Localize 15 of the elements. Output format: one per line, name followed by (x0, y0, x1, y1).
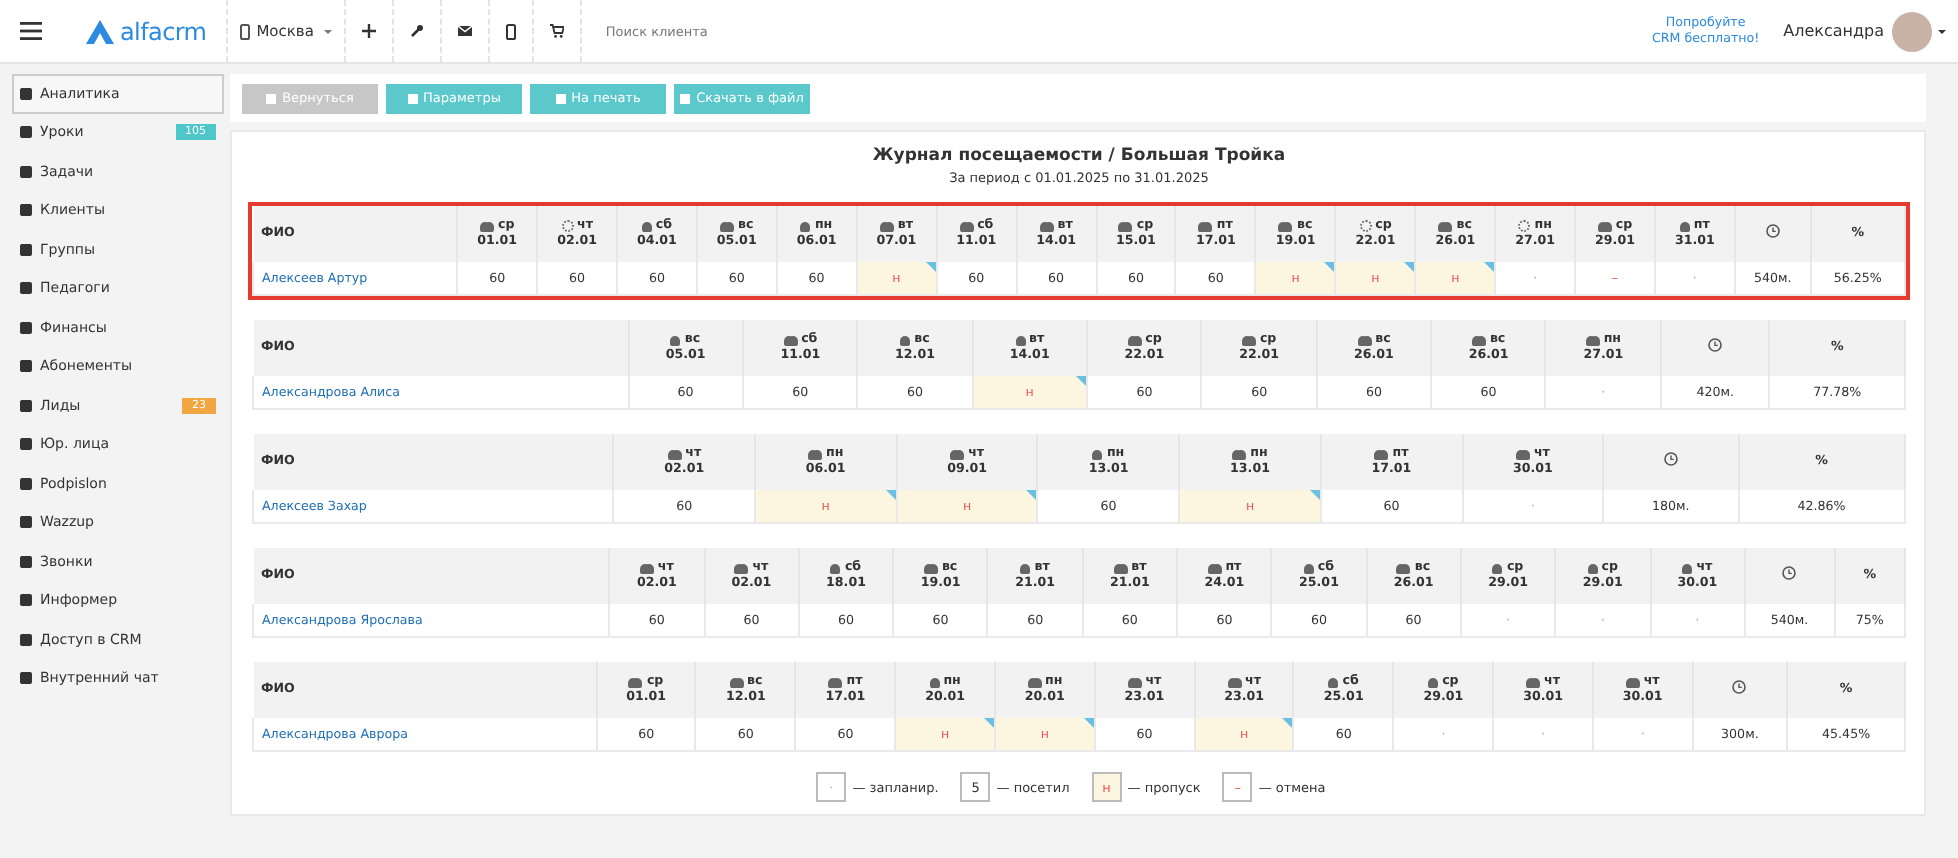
menu-icon[interactable] (20, 22, 42, 40)
plus-icon[interactable] (361, 24, 376, 38)
clock-icon (1708, 338, 1723, 352)
user-name[interactable]: Александра (1783, 22, 1884, 40)
cart-icon[interactable] (549, 24, 564, 38)
clock-icon (1765, 224, 1780, 238)
clock-icon (1782, 566, 1797, 580)
caret-icon[interactable] (1938, 29, 1946, 33)
wrench-icon[interactable] (409, 24, 424, 38)
caret-icon (323, 29, 332, 33)
logo-icon (86, 19, 114, 43)
clock-icon (1663, 452, 1678, 466)
logo-text: alfacrm (120, 17, 207, 45)
report-title: Журнал посещаемости / Большая Тройка (870, 146, 1288, 166)
clock-icon (1732, 680, 1747, 694)
